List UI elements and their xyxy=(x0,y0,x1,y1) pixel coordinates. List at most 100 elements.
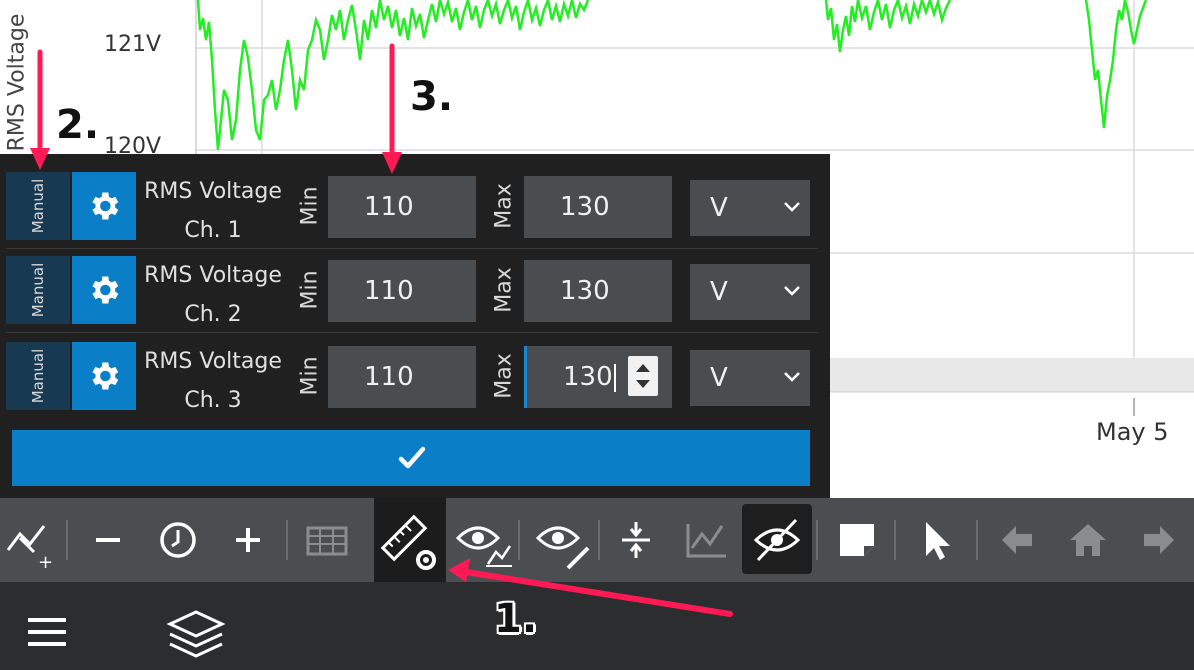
toolbar-divider xyxy=(894,520,896,560)
table-icon xyxy=(306,526,348,556)
toolbar-divider xyxy=(816,520,818,560)
home-icon xyxy=(1070,524,1106,556)
mode-manual-button[interactable]: Manual xyxy=(6,172,70,240)
channel-row: Manual RMS Voltage Ch. 1 Min 110 Max 130… xyxy=(6,172,818,243)
unit-select[interactable]: V xyxy=(690,180,810,236)
min-label: Min xyxy=(297,186,323,226)
add-chart-button[interactable]: + xyxy=(0,498,64,582)
menu-icon[interactable] xyxy=(24,612,72,652)
toolbar-divider xyxy=(66,520,68,560)
gear-icon xyxy=(92,192,119,220)
chevron-down-icon xyxy=(784,372,800,382)
axis-settings-button[interactable] xyxy=(374,498,446,582)
chevron-down-icon xyxy=(784,286,800,296)
spinner-up-icon[interactable] xyxy=(636,364,650,372)
mode-manual-button[interactable]: Manual xyxy=(6,342,70,410)
view-chart-button[interactable] xyxy=(452,498,516,582)
layers-icon[interactable] xyxy=(164,606,228,660)
min-label: Min xyxy=(297,270,323,310)
mode-label: Manual xyxy=(29,348,47,404)
table-view-button[interactable] xyxy=(296,498,360,582)
text-caret xyxy=(613,363,616,392)
gear-icon xyxy=(92,276,119,304)
clock-icon xyxy=(160,522,196,558)
confirm-button[interactable] xyxy=(12,430,810,486)
min-input[interactable]: 110 xyxy=(328,346,476,408)
annotation-label-3: 3. xyxy=(410,74,454,120)
toolbar-divider xyxy=(286,520,288,560)
pan-left-button[interactable] xyxy=(986,498,1050,582)
zoom-in-icon xyxy=(236,528,260,552)
zoom-out-icon xyxy=(96,538,120,542)
channel-name: RMS Voltage Ch. 2 xyxy=(142,256,284,334)
channel-name: RMS Voltage Ch. 3 xyxy=(142,342,284,420)
spinner-down-icon[interactable] xyxy=(636,380,650,388)
arrow-left-icon xyxy=(1002,526,1032,554)
min-value: 110 xyxy=(364,362,414,392)
channel-name-line2: Ch. 3 xyxy=(184,388,242,413)
note-icon xyxy=(840,524,874,556)
channel-settings-button[interactable] xyxy=(72,256,136,324)
annotation-label-1: 1. xyxy=(494,596,538,642)
max-input[interactable]: 130 xyxy=(524,260,672,322)
number-spinner[interactable] xyxy=(628,356,658,396)
zoom-in-button[interactable] xyxy=(216,498,280,582)
y-tick-label: 121V xyxy=(104,32,162,57)
channel-settings-button[interactable] xyxy=(72,172,136,240)
channel-row: Manual RMS Voltage Ch. 2 Min 110 Max 130… xyxy=(6,256,818,327)
arrow-right-icon xyxy=(1144,526,1174,554)
view-edit-icon xyxy=(535,526,590,570)
add-chart-icon: + xyxy=(6,525,53,573)
channel-name: RMS Voltage Ch. 1 xyxy=(142,172,284,250)
add-note-button[interactable] xyxy=(826,498,890,582)
unit-select[interactable]: V xyxy=(690,264,810,320)
pan-right-button[interactable] xyxy=(1126,498,1190,582)
toolbar-divider xyxy=(598,520,600,560)
min-value: 110 xyxy=(364,192,414,222)
select-cursor-button[interactable] xyxy=(904,498,968,582)
checkmark-icon xyxy=(398,446,426,469)
view-edit-button[interactable] xyxy=(532,498,596,582)
time-range-button[interactable] xyxy=(146,498,210,582)
channel-name-line2: Ch. 1 xyxy=(184,218,242,243)
max-input[interactable]: 130 xyxy=(524,176,672,238)
channel-name-line1: RMS Voltage xyxy=(144,179,282,204)
x-tick-label: May 5 xyxy=(1096,418,1169,446)
max-label: Max xyxy=(491,267,517,313)
hide-button[interactable] xyxy=(742,504,812,574)
annotation-label-2: 2. xyxy=(56,102,100,148)
max-value: 130 xyxy=(560,192,610,222)
channel-name-line1: RMS Voltage xyxy=(144,349,282,374)
min-input[interactable]: 110 xyxy=(328,260,476,322)
max-input[interactable]: 130 xyxy=(524,346,672,408)
chart-line-button[interactable] xyxy=(674,498,738,582)
max-label: Max xyxy=(491,353,517,399)
zoom-out-button[interactable] xyxy=(76,498,140,582)
y-axis-label: RMS Voltage xyxy=(4,13,30,152)
channel-row: Manual RMS Voltage Ch. 3 Min 110 Max 130… xyxy=(6,342,818,413)
mode-label: Manual xyxy=(29,178,47,234)
ruler-settings-icon xyxy=(380,514,436,570)
unit-value: V xyxy=(710,277,728,307)
bottom-bar xyxy=(0,582,1194,670)
max-value: 130 xyxy=(560,276,610,306)
min-value: 110 xyxy=(364,276,414,306)
unit-value: V xyxy=(710,363,728,393)
compress-vertical-button[interactable] xyxy=(604,498,668,582)
svg-text:+: + xyxy=(38,552,53,573)
channel-settings-button[interactable] xyxy=(72,342,136,410)
axis-range-panel: Manual RMS Voltage Ch. 1 Min 110 Max 130… xyxy=(0,154,830,498)
channel-name-line2: Ch. 2 xyxy=(184,302,242,327)
min-input[interactable]: 110 xyxy=(328,176,476,238)
cursor-icon xyxy=(926,522,950,560)
max-label: Max xyxy=(491,183,517,229)
channel-name-line1: RMS Voltage xyxy=(144,263,282,288)
row-divider xyxy=(6,332,818,333)
min-label: Min xyxy=(297,356,323,396)
toolbar-divider xyxy=(976,520,978,560)
reset-view-button[interactable] xyxy=(1056,498,1120,582)
chart-line-icon xyxy=(686,524,726,558)
unit-select[interactable]: V xyxy=(690,350,810,406)
view-chart-icon xyxy=(455,526,512,567)
mode-manual-button[interactable]: Manual xyxy=(6,256,70,324)
